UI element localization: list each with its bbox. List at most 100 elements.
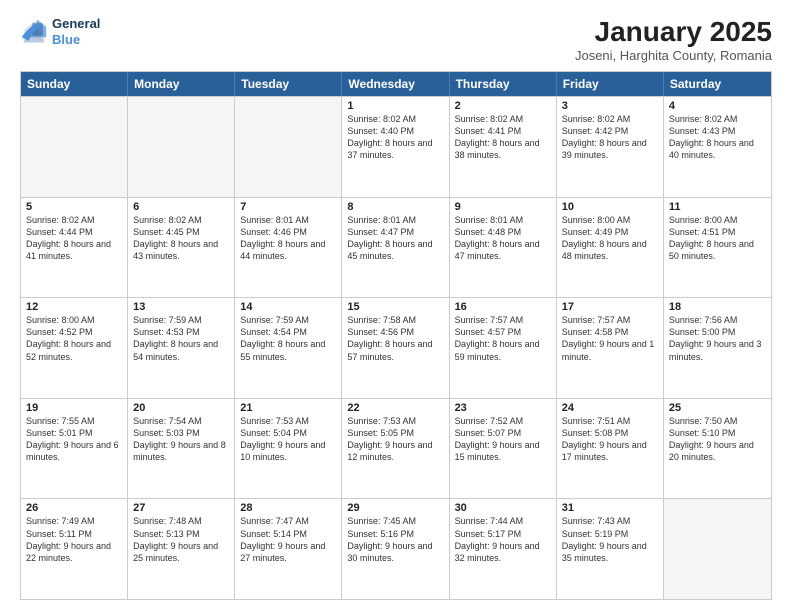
day-cell-13: 13Sunrise: 7:59 AMSunset: 4:53 PMDayligh… xyxy=(128,298,235,398)
day-cell-31: 31Sunrise: 7:43 AMSunset: 5:19 PMDayligh… xyxy=(557,499,664,599)
day-info: Sunrise: 8:02 AMSunset: 4:43 PMDaylight:… xyxy=(669,113,766,162)
day-cell-10: 10Sunrise: 8:00 AMSunset: 4:49 PMDayligh… xyxy=(557,198,664,298)
day-number: 6 xyxy=(133,201,229,213)
day-number: 15 xyxy=(347,301,443,313)
day-info: Sunrise: 8:00 AMSunset: 4:51 PMDaylight:… xyxy=(669,214,766,263)
day-number: 18 xyxy=(669,301,766,313)
day-number: 13 xyxy=(133,301,229,313)
week-row-3: 12Sunrise: 8:00 AMSunset: 4:52 PMDayligh… xyxy=(21,297,771,398)
day-info: Sunrise: 7:55 AMSunset: 5:01 PMDaylight:… xyxy=(26,415,122,464)
day-cell-17: 17Sunrise: 7:57 AMSunset: 4:58 PMDayligh… xyxy=(557,298,664,398)
day-cell-30: 30Sunrise: 7:44 AMSunset: 5:17 PMDayligh… xyxy=(450,499,557,599)
day-cell-19: 19Sunrise: 7:55 AMSunset: 5:01 PMDayligh… xyxy=(21,399,128,499)
header-day-sunday: Sunday xyxy=(21,72,128,96)
day-info: Sunrise: 7:45 AMSunset: 5:16 PMDaylight:… xyxy=(347,515,443,564)
header-day-wednesday: Wednesday xyxy=(342,72,449,96)
day-number: 30 xyxy=(455,502,551,514)
day-number: 17 xyxy=(562,301,658,313)
empty-cell xyxy=(21,97,128,197)
day-number: 25 xyxy=(669,402,766,414)
day-number: 4 xyxy=(669,100,766,112)
empty-cell xyxy=(664,499,771,599)
week-row-2: 5Sunrise: 8:02 AMSunset: 4:44 PMDaylight… xyxy=(21,197,771,298)
day-cell-3: 3Sunrise: 8:02 AMSunset: 4:42 PMDaylight… xyxy=(557,97,664,197)
logo-text: General Blue xyxy=(52,16,100,47)
day-number: 23 xyxy=(455,402,551,414)
day-cell-4: 4Sunrise: 8:02 AMSunset: 4:43 PMDaylight… xyxy=(664,97,771,197)
day-info: Sunrise: 7:48 AMSunset: 5:13 PMDaylight:… xyxy=(133,515,229,564)
header-day-tuesday: Tuesday xyxy=(235,72,342,96)
day-number: 29 xyxy=(347,502,443,514)
day-number: 28 xyxy=(240,502,336,514)
day-info: Sunrise: 7:44 AMSunset: 5:17 PMDaylight:… xyxy=(455,515,551,564)
day-info: Sunrise: 7:47 AMSunset: 5:14 PMDaylight:… xyxy=(240,515,336,564)
day-cell-2: 2Sunrise: 8:02 AMSunset: 4:41 PMDaylight… xyxy=(450,97,557,197)
day-number: 5 xyxy=(26,201,122,213)
day-number: 12 xyxy=(26,301,122,313)
day-number: 21 xyxy=(240,402,336,414)
day-number: 10 xyxy=(562,201,658,213)
day-cell-27: 27Sunrise: 7:48 AMSunset: 5:13 PMDayligh… xyxy=(128,499,235,599)
day-number: 1 xyxy=(347,100,443,112)
day-number: 26 xyxy=(26,502,122,514)
logo: General Blue xyxy=(20,16,100,47)
day-cell-16: 16Sunrise: 7:57 AMSunset: 4:57 PMDayligh… xyxy=(450,298,557,398)
day-number: 20 xyxy=(133,402,229,414)
day-cell-12: 12Sunrise: 8:00 AMSunset: 4:52 PMDayligh… xyxy=(21,298,128,398)
day-info: Sunrise: 7:57 AMSunset: 4:57 PMDaylight:… xyxy=(455,314,551,363)
day-cell-20: 20Sunrise: 7:54 AMSunset: 5:03 PMDayligh… xyxy=(128,399,235,499)
day-info: Sunrise: 8:02 AMSunset: 4:42 PMDaylight:… xyxy=(562,113,658,162)
day-cell-22: 22Sunrise: 7:53 AMSunset: 5:05 PMDayligh… xyxy=(342,399,449,499)
header-day-thursday: Thursday xyxy=(450,72,557,96)
day-info: Sunrise: 7:50 AMSunset: 5:10 PMDaylight:… xyxy=(669,415,766,464)
month-year: January 2025 xyxy=(575,16,772,48)
logo-line2: Blue xyxy=(52,32,100,48)
header-day-friday: Friday xyxy=(557,72,664,96)
day-cell-7: 7Sunrise: 8:01 AMSunset: 4:46 PMDaylight… xyxy=(235,198,342,298)
day-cell-11: 11Sunrise: 8:00 AMSunset: 4:51 PMDayligh… xyxy=(664,198,771,298)
day-number: 27 xyxy=(133,502,229,514)
header-day-monday: Monday xyxy=(128,72,235,96)
day-cell-28: 28Sunrise: 7:47 AMSunset: 5:14 PMDayligh… xyxy=(235,499,342,599)
day-info: Sunrise: 8:02 AMSunset: 4:40 PMDaylight:… xyxy=(347,113,443,162)
day-cell-15: 15Sunrise: 7:58 AMSunset: 4:56 PMDayligh… xyxy=(342,298,449,398)
day-info: Sunrise: 8:02 AMSunset: 4:41 PMDaylight:… xyxy=(455,113,551,162)
day-cell-26: 26Sunrise: 7:49 AMSunset: 5:11 PMDayligh… xyxy=(21,499,128,599)
day-number: 8 xyxy=(347,201,443,213)
day-number: 3 xyxy=(562,100,658,112)
day-cell-14: 14Sunrise: 7:59 AMSunset: 4:54 PMDayligh… xyxy=(235,298,342,398)
day-number: 31 xyxy=(562,502,658,514)
header: General Blue January 2025 Joseni, Harghi… xyxy=(20,16,772,63)
title-block: January 2025 Joseni, Harghita County, Ro… xyxy=(575,16,772,63)
day-number: 22 xyxy=(347,402,443,414)
day-cell-1: 1Sunrise: 8:02 AMSunset: 4:40 PMDaylight… xyxy=(342,97,449,197)
day-number: 11 xyxy=(669,201,766,213)
calendar-header: SundayMondayTuesdayWednesdayThursdayFrid… xyxy=(21,72,771,96)
day-number: 19 xyxy=(26,402,122,414)
day-info: Sunrise: 8:02 AMSunset: 4:45 PMDaylight:… xyxy=(133,214,229,263)
calendar: SundayMondayTuesdayWednesdayThursdayFrid… xyxy=(20,71,772,600)
empty-cell xyxy=(235,97,342,197)
day-info: Sunrise: 8:01 AMSunset: 4:47 PMDaylight:… xyxy=(347,214,443,263)
day-info: Sunrise: 7:52 AMSunset: 5:07 PMDaylight:… xyxy=(455,415,551,464)
page: General Blue January 2025 Joseni, Harghi… xyxy=(0,0,792,612)
header-day-saturday: Saturday xyxy=(664,72,771,96)
day-info: Sunrise: 7:56 AMSunset: 5:00 PMDaylight:… xyxy=(669,314,766,363)
day-cell-6: 6Sunrise: 8:02 AMSunset: 4:45 PMDaylight… xyxy=(128,198,235,298)
day-number: 7 xyxy=(240,201,336,213)
day-info: Sunrise: 7:49 AMSunset: 5:11 PMDaylight:… xyxy=(26,515,122,564)
calendar-body: 1Sunrise: 8:02 AMSunset: 4:40 PMDaylight… xyxy=(21,96,771,599)
week-row-1: 1Sunrise: 8:02 AMSunset: 4:40 PMDaylight… xyxy=(21,96,771,197)
day-cell-29: 29Sunrise: 7:45 AMSunset: 5:16 PMDayligh… xyxy=(342,499,449,599)
day-info: Sunrise: 8:02 AMSunset: 4:44 PMDaylight:… xyxy=(26,214,122,263)
day-info: Sunrise: 7:58 AMSunset: 4:56 PMDaylight:… xyxy=(347,314,443,363)
day-cell-21: 21Sunrise: 7:53 AMSunset: 5:04 PMDayligh… xyxy=(235,399,342,499)
day-number: 24 xyxy=(562,402,658,414)
day-info: Sunrise: 7:59 AMSunset: 4:54 PMDaylight:… xyxy=(240,314,336,363)
day-info: Sunrise: 8:01 AMSunset: 4:48 PMDaylight:… xyxy=(455,214,551,263)
day-cell-23: 23Sunrise: 7:52 AMSunset: 5:07 PMDayligh… xyxy=(450,399,557,499)
day-info: Sunrise: 7:59 AMSunset: 4:53 PMDaylight:… xyxy=(133,314,229,363)
location: Joseni, Harghita County, Romania xyxy=(575,48,772,63)
day-info: Sunrise: 8:00 AMSunset: 4:52 PMDaylight:… xyxy=(26,314,122,363)
day-info: Sunrise: 8:00 AMSunset: 4:49 PMDaylight:… xyxy=(562,214,658,263)
